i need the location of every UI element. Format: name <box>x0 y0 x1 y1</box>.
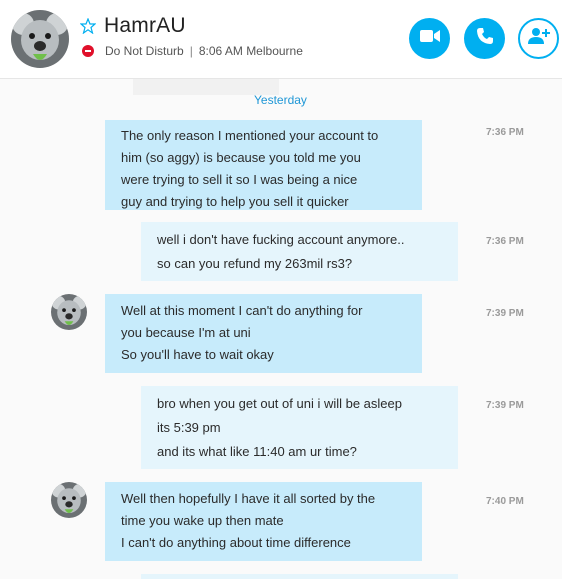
message-timestamp: 7:39 PM <box>486 400 524 411</box>
message-timestamp: 7:40 PM <box>486 496 524 507</box>
message-text: So you'll have to wait okay <box>121 347 274 362</box>
message-bubble-outgoing-partial[interactable] <box>141 574 458 579</box>
do-not-disturb-icon <box>82 45 94 57</box>
message-text: its 5:39 pm <box>157 420 221 435</box>
status-separator: | <box>189 44 193 58</box>
message-bubble-incoming[interactable]: Well then hopefully I have it all sorted… <box>105 482 422 561</box>
sender-avatar[interactable] <box>51 294 87 330</box>
phone-icon <box>476 27 494 50</box>
video-camera-icon <box>419 29 440 48</box>
audio-call-button[interactable] <box>464 18 505 59</box>
message-bubble-incoming[interactable]: The only reason I mentioned your account… <box>105 120 422 210</box>
sender-avatar[interactable] <box>51 482 87 518</box>
message-text: you because I'm at uni <box>121 325 251 340</box>
message-text: Well at this moment I can't do anything … <box>121 303 363 318</box>
day-separator: Yesterday <box>254 93 307 107</box>
message-text: well i don't have fucking account anymor… <box>157 232 405 247</box>
add-people-button[interactable] <box>518 18 559 59</box>
message-text: and its what like 11:40 am ur time? <box>157 444 357 459</box>
message-text: Well then hopefully I have it all sorted… <box>121 491 376 506</box>
add-person-icon <box>527 27 550 50</box>
contact-name[interactable]: HamrAU <box>104 14 186 38</box>
message-text: him (so aggy) is because you told me you <box>121 150 361 165</box>
message-text: The only reason I mentioned your account… <box>121 128 379 143</box>
message-text: guy and trying to help you sell it quick… <box>121 194 349 209</box>
video-call-button[interactable] <box>409 18 450 59</box>
message-text: time you wake up then mate <box>121 513 284 528</box>
message-bubble-outgoing[interactable]: well i don't have fucking account anymor… <box>141 222 458 281</box>
message-timestamp: 7:39 PM <box>486 308 524 319</box>
local-time: 8:06 AM Melbourne <box>198 44 303 58</box>
favorite-star-icon[interactable] <box>79 17 97 35</box>
message-timestamp: 7:36 PM <box>486 236 524 247</box>
message-text: bro when you get out of uni i will be as… <box>157 396 402 411</box>
contact-status: Do Not Disturb | 8:06 AM Melbourne <box>82 44 303 58</box>
status-text: Do Not Disturb <box>105 44 184 58</box>
chat-header: HamrAU Do Not Disturb | 8:06 AM Melbourn… <box>0 0 562 79</box>
contact-avatar[interactable] <box>11 10 69 68</box>
conversation-pane[interactable]: Yesterday The only reason I mentioned yo… <box>0 79 562 579</box>
message-text: were trying to sell it so I was being a … <box>121 172 358 187</box>
message-bubble-incoming[interactable]: Well at this moment I can't do anything … <box>105 294 422 373</box>
message-timestamp: 7:36 PM <box>486 127 524 138</box>
message-text: so can you refund my 263mil rs3? <box>157 256 353 271</box>
message-bubble-outgoing[interactable]: bro when you get out of uni i will be as… <box>141 386 458 469</box>
message-text: I can't do anything about time differenc… <box>121 535 351 550</box>
